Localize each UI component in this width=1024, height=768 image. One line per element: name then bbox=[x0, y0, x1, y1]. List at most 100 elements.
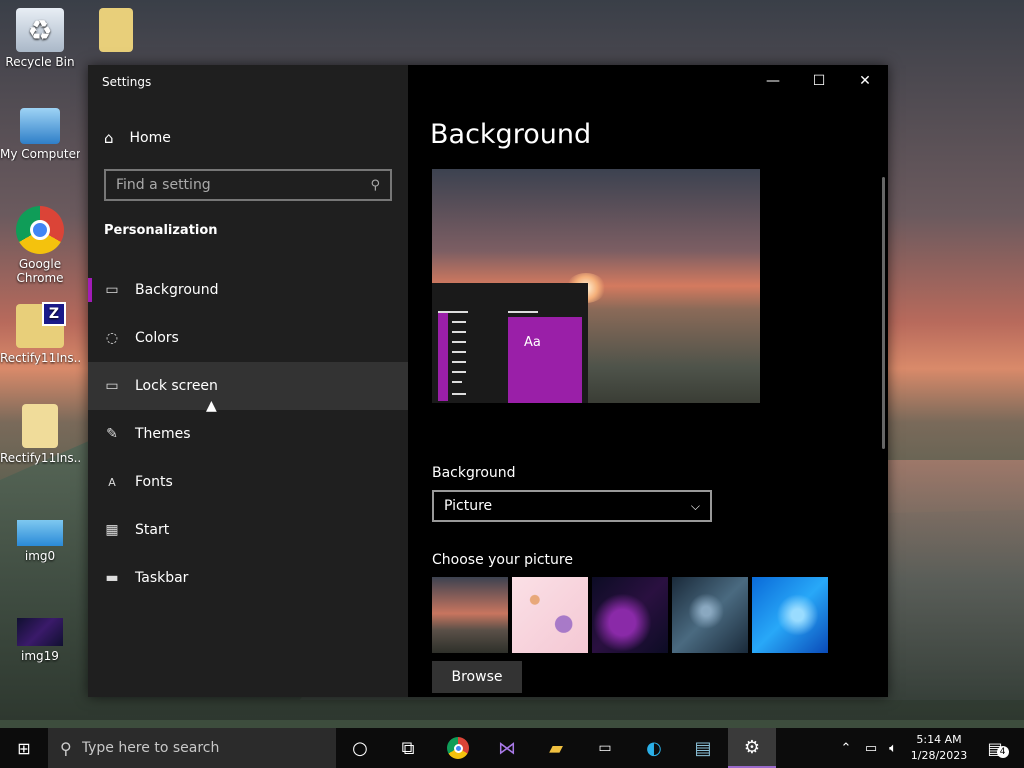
nav-item-lock-screen[interactable]: ▭ Lock screen ▲ bbox=[88, 362, 408, 414]
taskbar-file-explorer[interactable]: ▰ bbox=[532, 728, 580, 768]
start-button[interactable]: ⊞ bbox=[0, 728, 48, 768]
image-thumbnail-icon bbox=[17, 520, 63, 546]
window-title: Settings bbox=[102, 75, 152, 89]
edge-icon: ◐ bbox=[646, 737, 662, 759]
picture-thumbnail-sunset[interactable] bbox=[432, 577, 508, 653]
taskbar-clock[interactable]: 5:14 AM 1/28/2023 bbox=[902, 732, 976, 764]
preview-line bbox=[452, 321, 466, 323]
gear-icon: ⚙ bbox=[743, 736, 761, 758]
network-icon: ▭ bbox=[864, 740, 878, 756]
nav-item-label: Lock screen bbox=[135, 378, 218, 394]
clock-date: 1/28/2023 bbox=[910, 749, 968, 762]
choose-picture-label: Choose your picture bbox=[432, 552, 573, 568]
preview-line bbox=[452, 393, 466, 395]
nav-item-label: Themes bbox=[135, 426, 191, 442]
nav-item-fonts[interactable]: A Fonts bbox=[88, 458, 408, 506]
picture-thumbnail-abstract[interactable] bbox=[592, 577, 668, 653]
home-icon: ⌂ bbox=[104, 129, 114, 147]
browse-button[interactable]: Browse bbox=[432, 661, 522, 693]
folder-icon bbox=[22, 404, 58, 448]
picture-thumbnail-windows-blue[interactable] bbox=[752, 577, 828, 653]
maximize-icon: ☐ bbox=[812, 73, 826, 89]
installer-folder-icon: Z bbox=[16, 302, 66, 348]
taskbar-visual-studio[interactable]: ⋈ bbox=[483, 728, 531, 768]
desktop-icon-my-computer[interactable]: My Computer bbox=[0, 108, 80, 161]
chevron-down-icon: ⌵ bbox=[690, 498, 700, 513]
action-center-button[interactable]: ▤ 4 bbox=[978, 728, 1018, 768]
maximize-button[interactable]: ☐ bbox=[796, 65, 842, 97]
taskbar: ⊞ ⚲ ○ ⧉ ⋈ ▰ ▭ ◐ ▤ ⚙ ⌃ ▭ 🔈︎ 5:14 AM 1/28/… bbox=[0, 728, 1024, 768]
preview-tiles: Aa bbox=[508, 317, 582, 403]
settings-window: Settings ⌂ Home ⚲ Personalization ▭ Back… bbox=[88, 65, 888, 697]
show-hidden-icons-button[interactable]: ⌃ bbox=[836, 728, 856, 768]
taskbar-chrome[interactable] bbox=[434, 728, 482, 768]
network-button[interactable]: ▭ bbox=[860, 728, 882, 768]
fonts-icon: A bbox=[108, 475, 116, 489]
desktop-icon-rectify11-installer-1[interactable]: Z Rectify11Ins... bbox=[0, 302, 80, 365]
taskbar-settings[interactable]: ⚙ bbox=[728, 728, 776, 768]
taskbar-search-input[interactable] bbox=[81, 740, 312, 756]
desktop-icon-rectify11-installer-2[interactable]: Rectify11Ins... bbox=[0, 404, 80, 465]
desktop-icon-img0[interactable]: img0 bbox=[0, 520, 80, 563]
nav-item-themes[interactable]: ✎ Themes bbox=[88, 410, 408, 458]
picture-thumbnails bbox=[432, 577, 828, 653]
nav-item-label: Taskbar bbox=[135, 570, 189, 586]
notepad-icon: ▤ bbox=[694, 737, 712, 759]
home-label: Home bbox=[129, 130, 171, 146]
task-view-icon: ⧉ bbox=[401, 737, 415, 759]
desktop-icon-google-chrome[interactable]: Google Chrome bbox=[0, 206, 80, 285]
nav-item-taskbar[interactable]: ▬ Taskbar bbox=[88, 554, 408, 602]
taskbar-search[interactable]: ⚲ bbox=[48, 728, 336, 768]
desktop-icon-label: Recycle Bin bbox=[5, 55, 75, 69]
lock-screen-icon: ▭ bbox=[105, 378, 119, 394]
settings-content: — ☐ ✕ Background Aa Background Picture ⌵… bbox=[408, 65, 888, 697]
preview-line bbox=[452, 361, 466, 363]
home-link[interactable]: ⌂ Home bbox=[104, 129, 171, 147]
cortana-icon: ○ bbox=[352, 737, 368, 759]
nav-item-label: Colors bbox=[135, 330, 179, 346]
taskbar-notepad[interactable]: ▤ bbox=[679, 728, 727, 768]
preview-line bbox=[452, 331, 466, 333]
background-type-dropdown[interactable]: Picture ⌵ bbox=[432, 490, 712, 522]
find-setting-input[interactable] bbox=[116, 177, 371, 193]
computer-icon bbox=[20, 108, 60, 144]
taskbar-terminal[interactable]: ▭ bbox=[581, 728, 629, 768]
desktop-icon-recycle-bin[interactable]: ♻ Recycle Bin bbox=[0, 8, 80, 69]
nav-item-start[interactable]: ▦ Start bbox=[88, 506, 408, 554]
nav-item-label: Start bbox=[135, 522, 170, 538]
picture-thumbnail-windows-dark[interactable] bbox=[672, 577, 748, 653]
search-icon[interactable]: ⚲ bbox=[370, 178, 380, 193]
minimize-button[interactable]: — bbox=[750, 65, 796, 97]
desktop-icon-document[interactable] bbox=[76, 8, 156, 55]
desktop-icon-label: Rectify11Ins... bbox=[0, 351, 80, 365]
desktop-icon-img19[interactable]: img19 bbox=[0, 618, 80, 663]
find-setting-search[interactable]: ⚲ bbox=[104, 169, 392, 201]
background-type-label: Background bbox=[432, 465, 516, 481]
content-scrollbar[interactable] bbox=[882, 177, 885, 449]
task-view-button[interactable]: ⧉ bbox=[384, 728, 432, 768]
taskbar-edge[interactable]: ◐ bbox=[630, 728, 678, 768]
taskbar-icon: ▬ bbox=[105, 570, 119, 586]
volume-button[interactable]: 🔈︎ bbox=[882, 728, 904, 768]
preview-line bbox=[452, 381, 462, 383]
preview-line bbox=[452, 371, 466, 373]
desktop-icon-label: Google Chrome bbox=[16, 257, 64, 285]
picture-thumbnail-planets[interactable] bbox=[512, 577, 588, 653]
recycle-bin-icon: ♻ bbox=[16, 8, 64, 52]
preview-line bbox=[508, 311, 538, 313]
personalization-nav: ▭ Background ◌ Colors ▭ Lock screen ▲ ✎ … bbox=[88, 266, 408, 602]
settings-sidebar: Settings ⌂ Home ⚲ Personalization ▭ Back… bbox=[88, 65, 408, 697]
preview-line bbox=[438, 311, 468, 313]
close-button[interactable]: ✕ bbox=[842, 65, 888, 97]
terminal-icon: ▭ bbox=[598, 740, 612, 756]
speaker-icon: 🔈︎ bbox=[889, 740, 897, 756]
preview-tile-text: Aa bbox=[524, 335, 541, 350]
nav-item-background[interactable]: ▭ Background bbox=[88, 266, 408, 314]
cortana-button[interactable]: ○ bbox=[336, 728, 384, 768]
desktop-icon-label: Rectify11Ins... bbox=[0, 451, 80, 465]
preview-start-menu: Aa bbox=[432, 283, 588, 403]
close-icon: ✕ bbox=[859, 73, 871, 89]
nav-item-colors[interactable]: ◌ Colors bbox=[88, 314, 408, 362]
visual-studio-icon: ⋈ bbox=[498, 737, 516, 759]
preview-line bbox=[452, 351, 466, 353]
